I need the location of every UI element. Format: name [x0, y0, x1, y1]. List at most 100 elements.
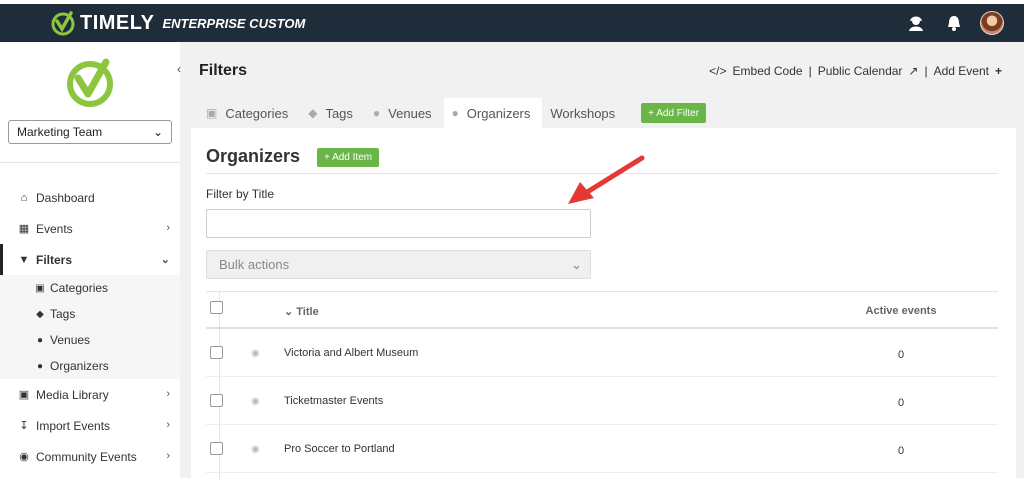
table-row[interactable]: ◉ Pro Soccer to Portland 0 [206, 425, 998, 473]
sidebar-item-media-library[interactable]: ▣ Media Library › [0, 379, 180, 410]
embed-code-link[interactable]: Embed Code [733, 64, 803, 78]
account-select[interactable]: Marketing Team ⌄ [8, 120, 172, 144]
header-links: </> Embed Code | Public Calendar ↗ | Add… [709, 64, 1002, 78]
user-support-icon[interactable] [904, 11, 928, 35]
row-checkbox[interactable] [210, 346, 223, 359]
app-frame: TIMELY ENTERPRISE CUSTOM Marketing Team … [0, 0, 1024, 481]
tag-icon: ◆ [308, 106, 318, 120]
chevron-down-icon: ⌄ [160, 254, 170, 266]
tab-venues[interactable]: ● Venues [365, 98, 444, 128]
map-pin-icon: ● [372, 106, 381, 120]
main-content: Filters </> Embed Code | Public Calendar… [180, 42, 1024, 481]
table-header: ⌄ Title Active events [206, 291, 998, 329]
select-all-checkbox[interactable] [210, 301, 223, 314]
camera-icon: ◉ [251, 348, 260, 359]
sidebar-subitem-label: Venues [50, 333, 91, 347]
table-row[interactable]: ◉ Ticketmaster Events 0 [206, 377, 998, 425]
add-filter-button[interactable]: + Add Filter [641, 103, 707, 123]
table-row[interactable]: ◉ Victoria and Albert Museum 0 [206, 329, 998, 377]
annotation-arrow-icon [568, 155, 645, 204]
add-item-button[interactable]: + Add Item [317, 148, 380, 167]
sidebar-collapse-icon[interactable]: ‹ [177, 62, 181, 76]
users-icon: ● [451, 106, 459, 120]
row-checkbox[interactable] [210, 442, 223, 455]
sitemap-icon: ▣ [206, 106, 218, 120]
home-icon: ⌂ [20, 191, 28, 204]
top-bar: TIMELY ENTERPRISE CUSTOM [0, 4, 1024, 42]
sidebar-subitem-categories[interactable]: ▣ Categories [0, 275, 180, 301]
top-icons [904, 11, 1004, 35]
users-icon: ● [36, 360, 44, 372]
chevron-right-icon: › [166, 419, 170, 431]
separator: | [924, 64, 928, 78]
bulk-actions-value: Bulk actions [219, 257, 290, 272]
sidebar-item-label: Import Events [36, 418, 111, 433]
tab-organizers[interactable]: ● Organizers [443, 98, 543, 128]
tab-categories[interactable]: ▣ Categories [198, 98, 300, 128]
chevron-right-icon: › [166, 450, 170, 462]
sidebar-subitem-tags[interactable]: ◆ Tags [0, 301, 180, 327]
chevron-right-icon: › [166, 388, 170, 400]
page-title: Filters [199, 62, 248, 79]
sidebar-item-label: Filters [36, 252, 73, 267]
map-pin-icon: ● [36, 334, 44, 346]
chevron-down-icon: ⌄ [152, 125, 163, 139]
sidebar-item-community-events[interactable]: ◉ Community Events › [0, 441, 180, 472]
camera-icon: ◉ [251, 444, 260, 455]
brand-name: TIMELY [80, 11, 155, 34]
download-icon: ↧ [19, 420, 29, 432]
public-calendar-link[interactable]: Public Calendar [818, 64, 903, 78]
sidebar-subitem-label: Organizers [50, 359, 109, 373]
organizer-title[interactable]: Ticketmaster Events [284, 395, 383, 407]
sidebar-item-dashboard[interactable]: ⌂ Dashboard [0, 182, 180, 213]
bulk-actions-select[interactable]: Bulk actions ⌄ [206, 250, 591, 279]
sidebar-item-label: Dashboard [36, 190, 95, 205]
sidebar-item-import-events[interactable]: ↧ Import Events › [0, 410, 180, 441]
active-events-column-header: Active events [865, 305, 937, 317]
sidebar-subitem-label: Tags [50, 307, 76, 321]
title-column-header[interactable]: ⌄ Title [284, 305, 319, 318]
sidebar: Marketing Team ⌄ ⌂ Dashboard ▦ Events › … [0, 42, 180, 478]
sidebar-item-label: Events [36, 221, 73, 236]
camera-icon: ◉ [251, 396, 260, 407]
bell-icon[interactable] [942, 11, 966, 35]
globe-icon: ◉ [19, 451, 29, 463]
tab-label: Tags [325, 105, 353, 121]
active-events-count: 0 [897, 349, 905, 361]
sidebar-item-label: Community Events [36, 449, 137, 464]
sidebar-subitem-label: Categories [50, 281, 109, 295]
sidebar-item-events[interactable]: ▦ Events › [0, 213, 180, 244]
sitemap-icon: ▣ [35, 282, 45, 294]
organizers-table: ⌄ Title Active events ◉ Victoria and Alb… [206, 291, 998, 473]
sidebar-subitem-organizers[interactable]: ● Organizers [0, 353, 180, 379]
tab-label: Venues [388, 105, 432, 121]
filter-by-title-label: Filter by Title [206, 187, 275, 201]
sidebar-item-filters[interactable]: ▼ Filters ⌄ [0, 244, 180, 275]
calendar-icon: ▦ [18, 223, 30, 235]
organizer-title[interactable]: Victoria and Albert Museum [284, 347, 418, 359]
tab-label: Workshops [550, 105, 616, 121]
tab-tags[interactable]: ◆ Tags [300, 98, 365, 128]
plus-icon: + [994, 64, 1002, 78]
external-link-icon: ↗ [908, 64, 919, 78]
code-icon: </> [709, 64, 727, 78]
chevron-down-icon: ⌄ [571, 256, 582, 272]
sidebar-subitem-venues[interactable]: ● Venues [0, 327, 180, 353]
sidebar-nav: ⌂ Dashboard ▦ Events › ▼ Filters ⌄ ▣ Cat… [0, 182, 180, 472]
active-events-count: 0 [897, 445, 905, 457]
filter-tabs: ▣ Categories ◆ Tags ● Venues ● Organizer… [198, 98, 707, 128]
account-select-value: Marketing Team [17, 125, 103, 139]
timely-logo-icon [51, 11, 75, 36]
filter-by-title-input[interactable] [206, 209, 591, 238]
timely-logo-icon [67, 58, 113, 107]
image-icon: ▣ [18, 389, 30, 401]
add-event-link[interactable]: Add Event [934, 64, 989, 78]
tag-icon: ◆ [36, 308, 44, 320]
avatar[interactable] [980, 11, 1004, 35]
row-checkbox[interactable] [210, 394, 223, 407]
organizer-title[interactable]: Pro Soccer to Portland [284, 443, 395, 455]
active-events-count: 0 [897, 397, 905, 409]
tab-workshops[interactable]: Workshops [542, 98, 627, 128]
brand-edition: ENTERPRISE CUSTOM [162, 15, 306, 31]
brand[interactable]: TIMELY ENTERPRISE CUSTOM [50, 8, 305, 38]
